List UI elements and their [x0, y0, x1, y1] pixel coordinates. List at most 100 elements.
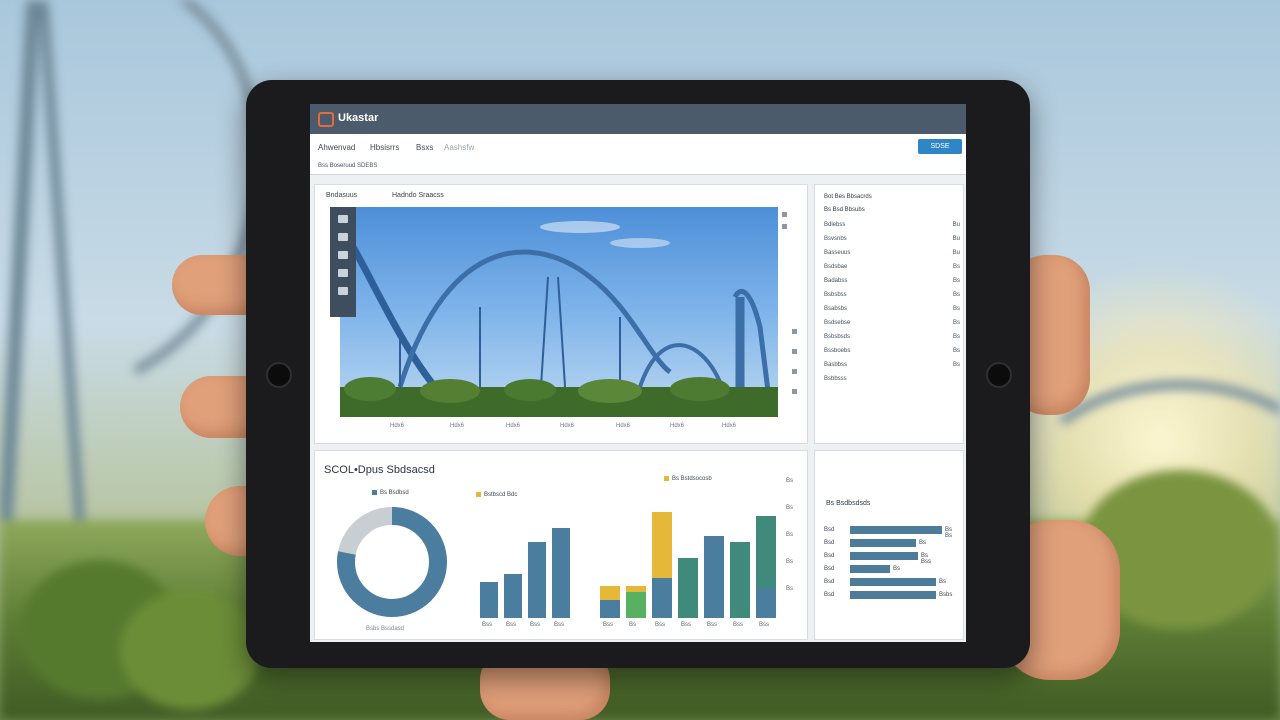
donut-chart[interactable] [334, 504, 450, 620]
x-tick-label: Bss [530, 622, 541, 628]
zoom-icon[interactable] [792, 369, 797, 374]
list-item-label: Bsvsnbs [824, 236, 847, 242]
stacked-bar-segment[interactable] [626, 586, 646, 592]
nav-item[interactable]: Aashsfw [444, 143, 474, 152]
list-item[interactable]: Badabss Bs [824, 278, 960, 284]
tablet-screen: Ukastar Ahwenvad Hbsisrrs Bsxs Aashsfw S… [310, 104, 966, 642]
list-item-value: Bu [952, 222, 960, 228]
roller-coaster-illustration [340, 221, 778, 417]
list-item-label: Bsdsebse [824, 320, 851, 326]
nav-action-button[interactable]: SDSE [918, 139, 962, 154]
list-item[interactable]: Bsabsbs Bs [824, 306, 960, 312]
list-item[interactable]: Bssboebs Bs [824, 348, 960, 354]
play-icon[interactable] [338, 233, 348, 241]
settings-icon[interactable] [338, 287, 348, 295]
list-heading: Bs Bsd Bbsubs [824, 207, 865, 213]
list-item[interactable]: Bsbbsss [824, 376, 960, 382]
zoom-icon[interactable] [792, 329, 797, 334]
app-header: Ukastar [310, 104, 966, 134]
y-tick-label: Bs [786, 505, 794, 511]
image-toolbar [330, 207, 356, 317]
list-item-label: Bsabsbs [824, 306, 848, 312]
stacked-bar-segment[interactable] [730, 542, 750, 618]
bar[interactable] [552, 528, 570, 618]
nav-item[interactable]: Hbsisrrs [370, 143, 399, 152]
bar[interactable] [480, 582, 498, 618]
x-tick-label: Bss [759, 622, 770, 628]
hbar-label: Bsd [824, 527, 835, 533]
x-tick-label: Hdx6 [506, 423, 521, 429]
chart-label: Bs Bstdsocosb [664, 476, 712, 482]
stacked-bar-segment[interactable] [600, 600, 620, 618]
expand-icon[interactable] [782, 212, 787, 217]
sub-nav [310, 160, 966, 175]
chart-icon[interactable] [338, 269, 348, 277]
stacked-bar-segment[interactable] [652, 578, 672, 618]
stacked-bar-segment[interactable] [600, 586, 620, 600]
hbar-label: Bsd [824, 566, 835, 572]
list-item-label: Bsbsbss [824, 292, 847, 298]
tablet-device: Ukastar Ahwenvad Hbsisrrs Bsxs Aashsfw S… [246, 80, 1030, 668]
list-item[interactable]: Bsbsbss Bs [824, 292, 960, 298]
list-item-label: Badabss [824, 278, 848, 284]
stacked-bar-segment[interactable] [756, 588, 776, 618]
hbar-value: Bs Bs [945, 527, 953, 539]
list-item-value: Bs [952, 264, 960, 270]
chart-label: Bs Bsdbsd [372, 490, 409, 496]
list-item[interactable]: Bsdsbae Bs [824, 264, 960, 270]
filter-icon[interactable] [782, 224, 787, 229]
x-tick-label: Bss [681, 622, 692, 628]
nav-item[interactable]: Bsxs [416, 143, 433, 152]
hbar-label: Bsd [824, 592, 835, 598]
y-tick-label: Bs [786, 559, 794, 565]
x-tick-label: Hdx6 [670, 423, 685, 429]
list-item[interactable]: Basseuus Bu [824, 250, 960, 256]
hbar [850, 526, 942, 534]
x-tick-label: Bss [707, 622, 718, 628]
bar[interactable] [528, 542, 546, 618]
logo-icon [318, 112, 334, 127]
nav-item[interactable]: Ahwenvad [318, 143, 355, 152]
stacked-bar-segment[interactable] [626, 592, 646, 618]
grid-icon[interactable] [338, 251, 348, 259]
donut-legend-text: Bs Bsdbsd [380, 490, 409, 497]
stacked-bar-segment[interactable] [756, 516, 776, 588]
roller-coaster-photo[interactable] [340, 207, 778, 417]
list-item-value: Bs [952, 306, 960, 312]
x-tick-label: Bss [733, 622, 744, 628]
panel-label: Hadndo Sraacss [392, 192, 444, 199]
hbar-label: Bsd [824, 553, 835, 559]
hbar-value: Bs [919, 540, 927, 546]
list-item[interactable]: Bsbsbsds Bs [824, 334, 960, 340]
list-item-label: Bdlebss [824, 222, 846, 228]
x-tick-label: Hdx6 [450, 423, 465, 429]
hbar-label: Bsd [824, 579, 835, 585]
camera-icon[interactable] [338, 215, 348, 223]
sub-nav-text: Bss Boseruud SDEBS [318, 163, 378, 169]
list-item-value: Bs [952, 278, 960, 284]
bar[interactable] [504, 574, 522, 618]
y-tick-label: Bs [786, 478, 794, 484]
panel-heading: Bs Bsdbsdsds [826, 500, 871, 507]
list-item[interactable]: Bsvsnbs Bu [824, 236, 960, 242]
donut-caption: Bsbs Bssdasd [366, 626, 405, 632]
zoom-icon[interactable] [792, 389, 797, 394]
list-item[interactable]: Bdlebss Bu [824, 222, 960, 228]
legend-swatch [664, 476, 669, 481]
list-item-label: Basseuus [824, 250, 851, 256]
list-item-label: Bsdsbae [824, 264, 848, 270]
x-tick-label: Hdx6 [390, 423, 405, 429]
bars-legend-text: Bstbscd Bdc [484, 492, 518, 499]
hbar [850, 591, 936, 599]
stacked-bar-segment[interactable] [652, 512, 672, 578]
x-tick-label: Bss [603, 622, 614, 628]
zoom-icon[interactable] [792, 349, 797, 354]
list-item[interactable]: Bsdsebse Bs [824, 320, 960, 326]
stacked-bar-segment[interactable] [678, 558, 698, 618]
hbar-value: Bs [893, 566, 901, 572]
list-item-value: Bs [952, 292, 960, 298]
list-item[interactable]: Basbbss Bs [824, 362, 960, 368]
hbar [850, 539, 916, 547]
panel-label: Bndasuus [326, 192, 358, 199]
stacked-bar-segment[interactable] [704, 536, 724, 618]
